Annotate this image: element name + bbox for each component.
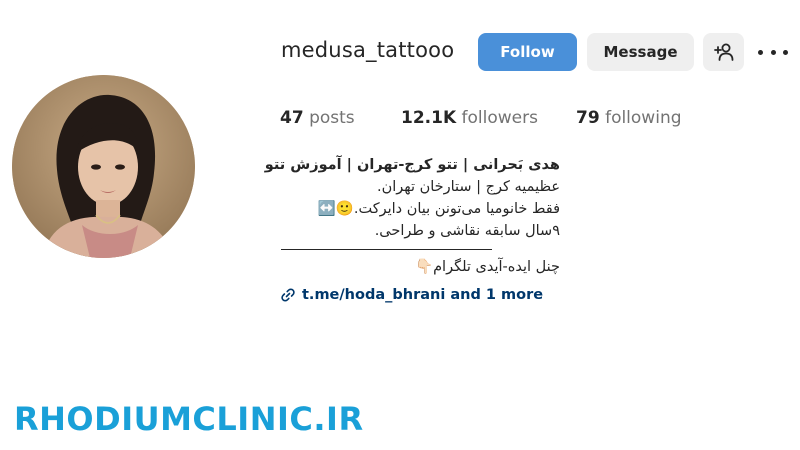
profile-username: medusa_tattooo bbox=[281, 38, 455, 62]
profile-bio: هدی بَحرانی | تتو کرج-تهران | آموزش تتو … bbox=[264, 154, 560, 278]
followers-stat[interactable]: 12.1K followers bbox=[401, 108, 538, 128]
follow-button[interactable]: Follow bbox=[478, 33, 577, 71]
bio-divider bbox=[281, 248, 492, 250]
following-count: 79 bbox=[576, 108, 600, 128]
following-stat[interactable]: 79 following bbox=[576, 108, 682, 128]
watermark-text: RHODIUMCLINIC.IR bbox=[14, 400, 364, 438]
bio-line: ۹سال سابقه نقاشی و طراحی. bbox=[374, 223, 560, 239]
avatar-photo bbox=[12, 75, 195, 258]
bio-link-text: t.me/hoda_bhrani and 1 more bbox=[302, 287, 544, 303]
followers-count: 12.1K bbox=[401, 108, 457, 128]
message-button[interactable]: Message bbox=[587, 33, 694, 71]
following-label: following bbox=[605, 108, 682, 128]
suggest-user-button[interactable] bbox=[703, 33, 744, 71]
followers-label: followers bbox=[461, 108, 538, 128]
more-options-icon[interactable] bbox=[758, 40, 788, 64]
posts-stat: 47 posts bbox=[280, 108, 355, 128]
bio-name: هدی بَحرانی | تتو کرج-تهران | آموزش تتو bbox=[264, 157, 560, 173]
bio-line: فقط خانومیا می‌تونن بیان دایرکت.🙂↔️ bbox=[317, 201, 560, 217]
bio-line: چنل ایده-آیدی تلگرام👇🏻 bbox=[415, 259, 560, 275]
profile-avatar[interactable] bbox=[12, 75, 195, 258]
dot bbox=[770, 49, 776, 55]
dot bbox=[758, 49, 763, 55]
link-chain-icon bbox=[280, 287, 296, 303]
bio-line: عظیمیه کرج | ستارخان تهران. bbox=[376, 179, 560, 195]
posts-label: posts bbox=[309, 108, 355, 128]
person-plus-icon bbox=[713, 43, 733, 61]
dot bbox=[783, 49, 788, 55]
bio-link[interactable]: t.me/hoda_bhrani and 1 more bbox=[280, 287, 543, 303]
posts-count: 47 bbox=[280, 108, 304, 128]
